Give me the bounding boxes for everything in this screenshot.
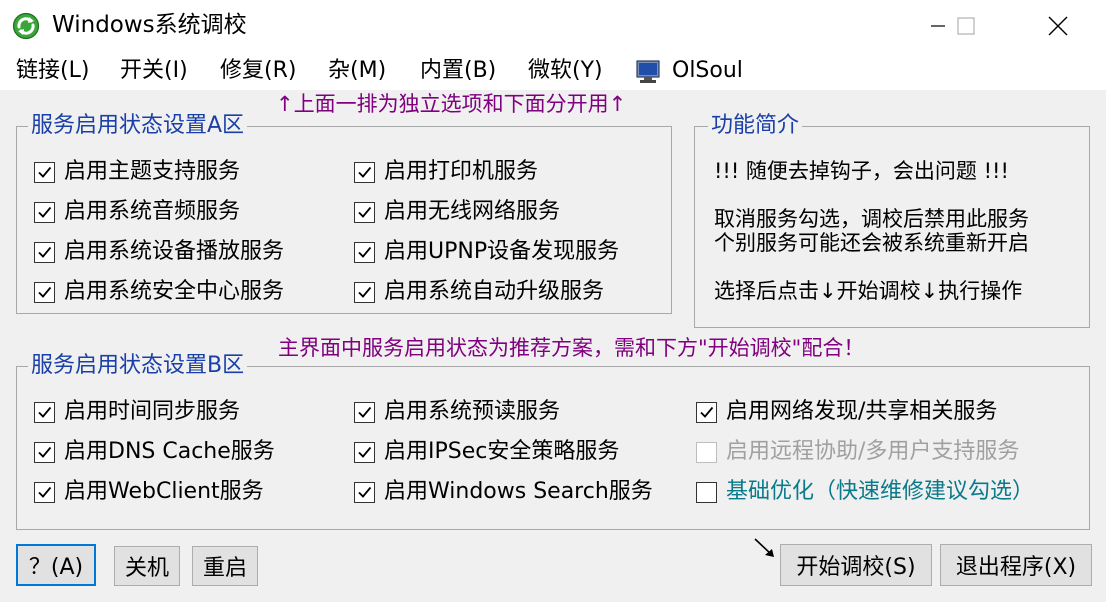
checkmark-icon [358, 486, 372, 498]
checkbox-label: 启用IPSec安全策略服务 [384, 439, 620, 464]
checkmark-icon [38, 406, 52, 418]
checkbox-box[interactable] [34, 241, 55, 263]
checkbox-box[interactable] [354, 201, 375, 223]
checkbox-label: 启用时间同步服务 [64, 399, 241, 424]
checkbox-box[interactable] [696, 401, 717, 423]
checkbox-upnp-service[interactable]: 启用UPNP设备发现服务 [354, 236, 619, 268]
checkbox-box[interactable] [354, 241, 375, 263]
checkbox-box[interactable] [34, 401, 55, 423]
checkmark-icon [38, 486, 52, 498]
checkbox-label: 启用系统安全中心服务 [64, 279, 285, 304]
checkbox-box[interactable] [354, 481, 375, 503]
help-button[interactable]: ？(A) [16, 544, 96, 586]
checkbox-label: 启用Windows Search服务 [384, 479, 653, 504]
checkbox-dns-cache-service[interactable]: 启用DNS Cache服务 [34, 436, 275, 468]
menu-builtin[interactable]: 内置(B) [420, 56, 496, 86]
pointer-arrow-icon [754, 538, 774, 557]
app-gear-icon [12, 12, 40, 40]
checkmark-icon [358, 206, 372, 218]
checkbox-network-discovery-service[interactable]: 启用网络发现/共享相关服务 [696, 396, 997, 428]
checkbox-box[interactable] [696, 481, 717, 503]
checkmark-icon [38, 166, 52, 178]
checkbox-audio-service[interactable]: 启用系统音频服务 [34, 196, 240, 228]
restart-button[interactable]: 重启 [192, 546, 258, 586]
checkbox-label: 启用WebClient服务 [64, 479, 264, 504]
checkbox-box[interactable] [34, 481, 55, 503]
checkbox-windows-search-service[interactable]: 启用Windows Search服务 [354, 476, 653, 508]
checkbox-box[interactable] [354, 401, 375, 423]
checkbox-remote-assist-service: 启用远程协助/多用户支持服务 [696, 436, 1019, 468]
checkbox-label: 启用远程协助/多用户支持服务 [726, 439, 1020, 464]
checkbox-wireless-service[interactable]: 启用无线网络服务 [354, 196, 560, 228]
checkbox-box[interactable] [34, 161, 55, 183]
checkbox-box[interactable] [34, 201, 55, 223]
checkbox-label: 启用系统自动升级服务 [384, 279, 605, 304]
checkbox-theme-service[interactable]: 启用主题支持服务 [34, 156, 240, 188]
checkbox-printer-service[interactable]: 启用打印机服务 [354, 156, 538, 188]
hint-top: ↑上面一排为独立选项和下面分开用↑ [274, 90, 629, 118]
checkmark-icon [38, 246, 52, 258]
checkbox-webclient-service[interactable]: 启用WebClient服务 [34, 476, 264, 508]
checkbox-label: 基础优化（快速维修建议勾选） [726, 479, 1035, 504]
checkbox-box[interactable] [354, 161, 375, 183]
checkmark-icon [38, 286, 52, 298]
checkmark-icon [358, 446, 372, 458]
checkbox-auto-update-service[interactable]: 启用系统自动升级服务 [354, 276, 604, 308]
shutdown-button[interactable]: 关机 [114, 546, 180, 586]
intro-line-1: 取消服务勾选，调校后禁用此服务 [714, 207, 1029, 231]
checkbox-box[interactable] [34, 281, 55, 303]
menu-misc[interactable]: 杂(M) [328, 56, 386, 86]
group-a-title: 服务启用状态设置A区 [28, 112, 248, 140]
close-icon [1048, 16, 1068, 36]
menu-microsoft[interactable]: 微软(Y) [528, 56, 603, 86]
menu-olsoul[interactable]: OlSoul [672, 56, 743, 86]
checkbox-device-playback-service[interactable]: 启用系统设备播放服务 [34, 236, 284, 268]
menu-repair[interactable]: 修复(R) [220, 56, 296, 86]
computer-icon [636, 60, 660, 83]
checkbox-label: 启用UPNP设备发现服务 [384, 239, 620, 264]
checkbox-label: 启用主题支持服务 [64, 159, 241, 184]
checkbox-label: 启用DNS Cache服务 [64, 439, 275, 464]
menu-links[interactable]: 链接(L) [16, 56, 89, 86]
checkbox-ipsec-service[interactable]: 启用IPSec安全策略服务 [354, 436, 619, 468]
close-button[interactable] [1034, 0, 1082, 52]
window-title: Windows系统调校 [52, 12, 247, 38]
group-b-title: 服务启用状态设置B区 [28, 352, 248, 380]
checkbox-label: 启用打印机服务 [384, 159, 539, 184]
maximize-icon [957, 17, 975, 35]
intro-title: 功能简介 [708, 112, 803, 140]
checkbox-box[interactable] [34, 441, 55, 463]
checkmark-icon [358, 246, 372, 258]
checkbox-label: 启用无线网络服务 [384, 199, 561, 224]
intro-line-3: 选择后点击↓开始调校↓执行操作 [714, 279, 1023, 303]
checkbox-time-sync-service[interactable]: 启用时间同步服务 [34, 396, 240, 428]
hint-middle: 主界面中服务启用状态为推荐方案，需和下方"开始调校"配合！ [276, 334, 867, 362]
checkbox-box [696, 441, 717, 463]
checkmark-icon [358, 406, 372, 418]
checkbox-box[interactable] [354, 281, 375, 303]
intro-warning: !!! 随便去掉钩子，会出问题 !!! [714, 159, 1009, 183]
checkbox-basic-optimization[interactable]: 基础优化（快速维修建议勾选） [696, 476, 1034, 508]
checkbox-box[interactable] [354, 441, 375, 463]
maximize-button[interactable] [942, 0, 990, 52]
checkmark-icon [38, 206, 52, 218]
checkbox-label: 启用系统预读服务 [384, 399, 561, 424]
checkmark-icon [38, 446, 52, 458]
start-tuning-button[interactable]: 开始调校(S) [780, 544, 932, 586]
checkbox-prefetch-service[interactable]: 启用系统预读服务 [354, 396, 560, 428]
checkbox-label: 启用系统音频服务 [64, 199, 241, 224]
checkbox-security-center-service[interactable]: 启用系统安全中心服务 [34, 276, 284, 308]
checkbox-label: 启用系统设备播放服务 [64, 239, 285, 264]
menu-switches[interactable]: 开关(I) [120, 56, 188, 86]
title-bar: Windows系统调校 [0, 0, 1106, 52]
checkmark-icon [358, 286, 372, 298]
menu-bar: 链接(L) 开关(I) 修复(R) 杂(M) 内置(B) 微软(Y) OlSou… [0, 52, 1106, 90]
checkbox-label: 启用网络发现/共享相关服务 [726, 399, 998, 424]
checkmark-icon [358, 166, 372, 178]
checkmark-icon [700, 406, 714, 418]
exit-button[interactable]: 退出程序(X) [940, 544, 1092, 586]
intro-line-2: 个别服务可能还会被系统重新开启 [714, 231, 1029, 255]
